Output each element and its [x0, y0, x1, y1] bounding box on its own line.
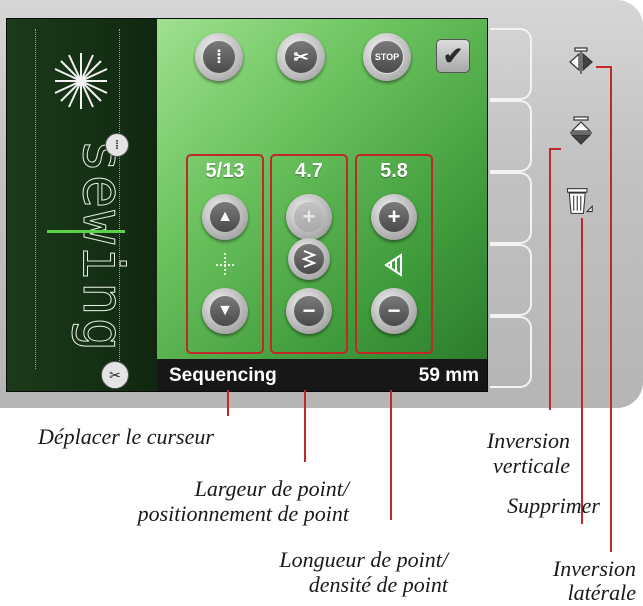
sequence-length: 59 mm [418, 365, 479, 386]
width-position-button[interactable] [288, 238, 330, 280]
mirror-vertical-icon[interactable] [566, 116, 596, 148]
cursor-position-value: 5/13 [205, 160, 245, 182]
cursor-line [47, 230, 125, 233]
leader-line [390, 390, 392, 520]
sewing-text-preview: sewing [70, 139, 136, 354]
minus-icon: − [379, 296, 409, 326]
length-plus-button[interactable]: + [371, 194, 417, 240]
stop-icon: STOP [370, 40, 404, 74]
length-group: 5.8 + − [355, 154, 433, 354]
stitch-options-button[interactable]: ⁞ [195, 33, 243, 81]
density-triangle-icon [382, 252, 406, 278]
down-arrow-icon: ▼ [210, 296, 240, 326]
stitch-width-icon: ⁞ [105, 133, 129, 157]
stitch-settings-area: ⁞ ✂ STOP ✔ 5/13 ▲ ▼ 4.7 + − 5.8 + − [157, 19, 487, 359]
caption-delete: Supprimer [507, 493, 600, 518]
mode-label: Sequencing [169, 365, 277, 386]
leader-line [227, 390, 229, 416]
minus-icon: − [294, 296, 324, 326]
stitch-options-icon: ⁞ [203, 41, 235, 73]
leader-line [304, 390, 306, 462]
cursor-up-button[interactable]: ▲ [202, 194, 248, 240]
caption-length-line1: Longueur de point/ [279, 547, 448, 572]
preview-guide-line [35, 29, 36, 369]
cursor-move-icon [213, 252, 237, 278]
cut-thread-button[interactable]: ✂ [277, 33, 325, 81]
zigzag-icon [294, 244, 324, 274]
caption-vertical-line2: verticale [493, 453, 570, 478]
confirm-button[interactable]: ✔ [436, 39, 470, 73]
scissors-icon[interactable]: ✂ [101, 361, 129, 389]
stitch-width-value: 4.7 [295, 160, 323, 182]
side-tab[interactable] [490, 316, 532, 388]
leader-line [549, 148, 561, 150]
caption-lateral-line1: Inversion [552, 556, 636, 581]
caption-length-line2: densité de point [308, 572, 448, 597]
side-tab[interactable] [490, 100, 532, 172]
stitch-length-value: 5.8 [380, 160, 408, 182]
plus-icon: + [379, 202, 409, 232]
cursor-down-button[interactable]: ▼ [202, 288, 248, 334]
caption-lateral-line2: latérale [567, 580, 636, 605]
leader-line [581, 218, 583, 524]
scissors-icon: ✂ [285, 41, 317, 73]
side-tab[interactable] [490, 172, 532, 244]
leader-line [596, 66, 612, 68]
side-tab[interactable] [490, 28, 532, 100]
caption-move-cursor: Déplacer le curseur [38, 424, 214, 449]
status-bar: Sequencing 59 mm [157, 359, 487, 391]
leader-line [610, 66, 612, 552]
up-arrow-icon: ▲ [210, 202, 240, 232]
side-tab[interactable] [490, 244, 532, 316]
mirror-side-icon[interactable] [566, 46, 596, 76]
plus-icon: + [294, 202, 324, 232]
width-minus-button[interactable]: − [286, 288, 332, 334]
touch-screen: sewing ⁞ ✂ ⁞ ✂ STOP ✔ 5/13 ▲ ▼ 4.7 + − 5… [6, 18, 488, 392]
stitch-preview[interactable]: sewing ⁞ ✂ [7, 19, 157, 391]
caption-width-line1: Largeur de point/ [194, 476, 349, 501]
stop-button[interactable]: STOP [363, 33, 411, 81]
width-plus-button[interactable]: + [286, 194, 332, 240]
length-minus-button[interactable]: − [371, 288, 417, 334]
leader-line [549, 148, 551, 410]
caption-vertical-line1: Inversion [486, 428, 570, 453]
trash-icon[interactable] [564, 186, 594, 216]
cursor-group: 5/13 ▲ ▼ [186, 154, 264, 354]
caption-width-line2: positionnement de point [137, 501, 349, 526]
checkmark-icon: ✔ [442, 42, 464, 70]
width-group: 4.7 + − [270, 154, 348, 354]
star-stitch-icon [54, 53, 108, 109]
